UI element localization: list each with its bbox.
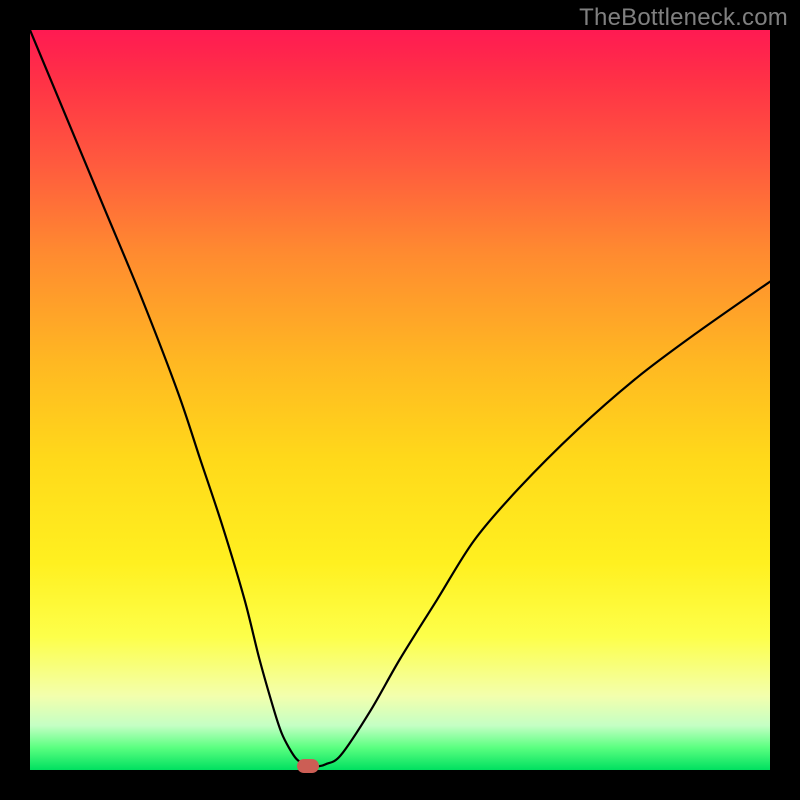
chart-plot-area (30, 30, 770, 770)
optimal-point-marker (297, 759, 319, 773)
bottleneck-curve (30, 30, 770, 770)
watermark-text: TheBottleneck.com (579, 4, 788, 32)
